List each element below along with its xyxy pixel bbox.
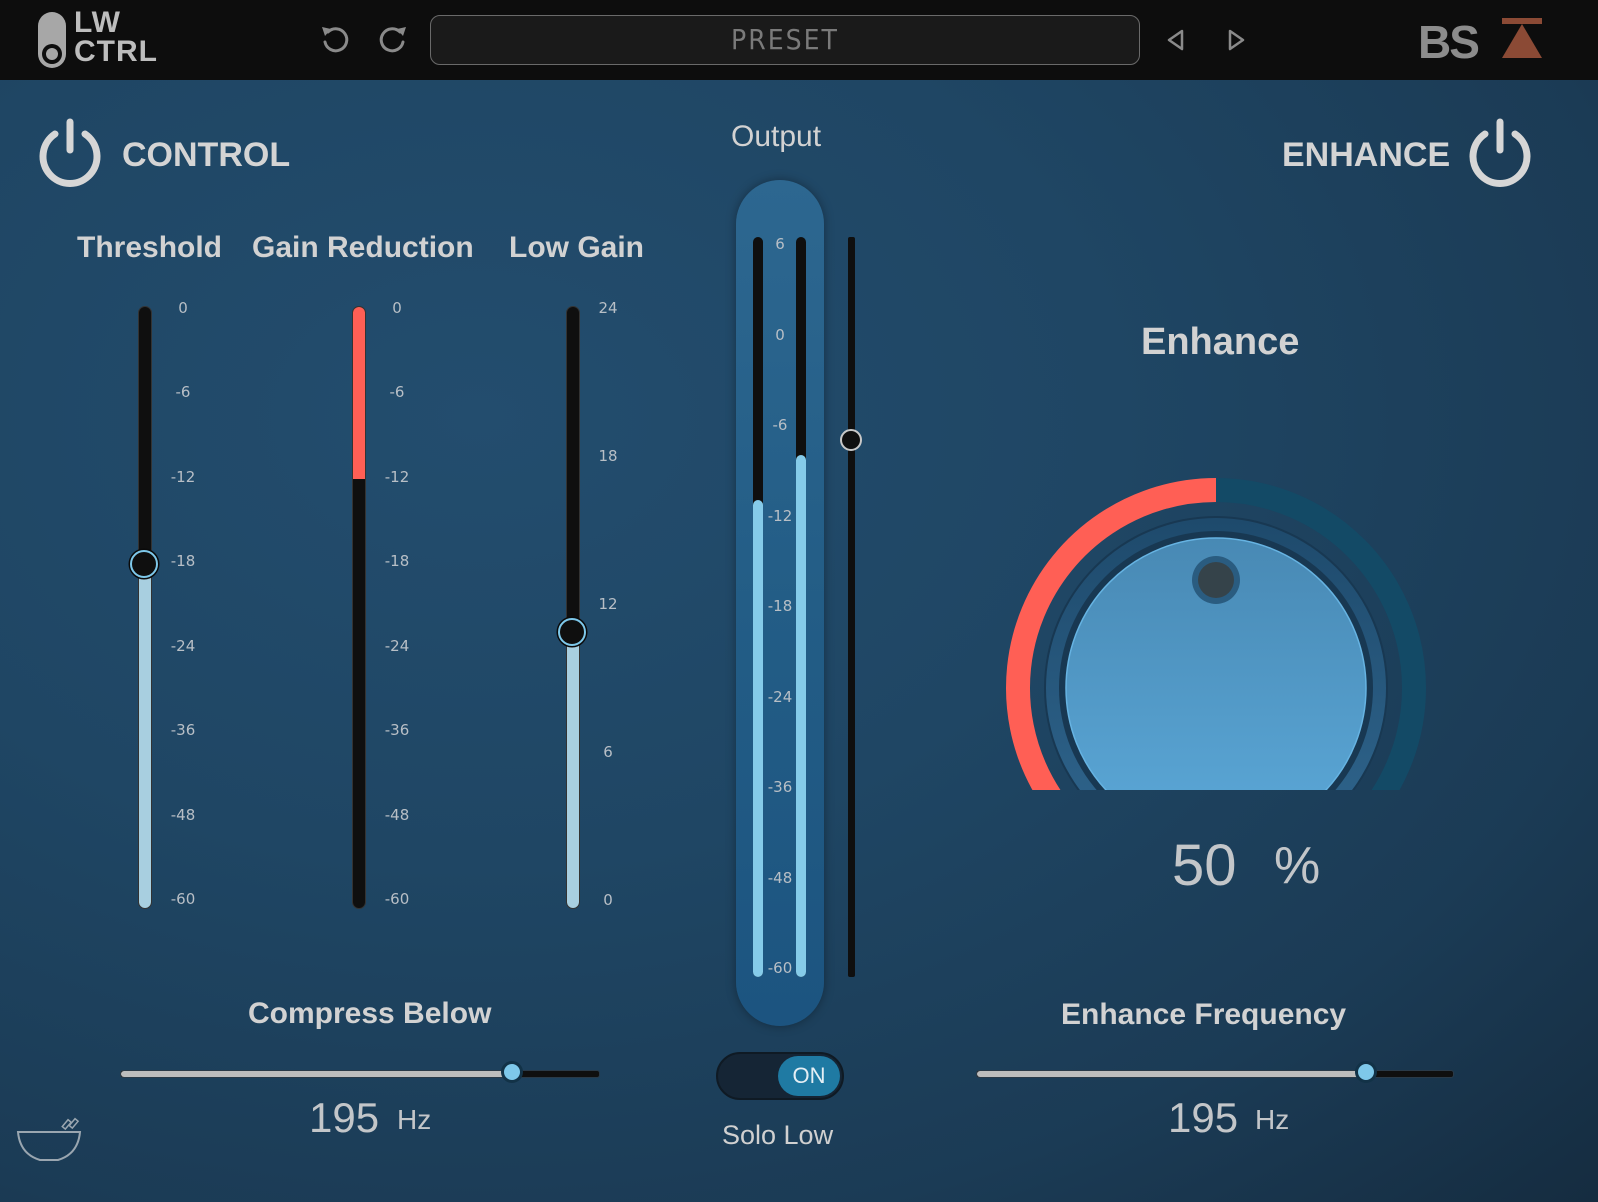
logo-toggle-icon — [38, 12, 66, 68]
compress-below-label: Compress Below — [248, 997, 492, 1030]
brand-text: BS — [1418, 18, 1478, 62]
scale-tick-label: -12 — [767, 506, 793, 525]
compress-below-fill — [121, 1071, 513, 1077]
brand-logo: BS — [1418, 16, 1542, 68]
app-logo: LW CTRL — [74, 6, 158, 68]
threshold-thumb[interactable] — [130, 549, 158, 578]
scale-tick-label: -18 — [384, 552, 410, 571]
scale-tick-label: -48 — [170, 805, 196, 824]
triangle-right-icon — [1228, 29, 1245, 51]
output-meter-right-fill — [796, 455, 806, 977]
power-icon — [1469, 118, 1531, 187]
threshold-fill — [139, 564, 151, 908]
scale-tick-label: 6 — [775, 235, 785, 253]
enhance-frequency-fill — [977, 1071, 1368, 1077]
enhance-unit: % — [1274, 837, 1321, 895]
compress-below-unit: Hz — [397, 1104, 432, 1135]
output-label: Output — [731, 120, 822, 153]
control-power-button[interactable] — [36, 116, 104, 193]
enhance-frequency-slider[interactable] — [976, 1061, 1454, 1083]
scale-tick-label: -48 — [767, 868, 793, 887]
threshold-label: Threshold — [77, 231, 223, 264]
scale-tick-label: -18 — [170, 552, 196, 571]
threshold-slider[interactable] — [130, 306, 158, 910]
scale-tick-label: -24 — [767, 687, 793, 706]
scale-tick-label: 6 — [603, 743, 613, 761]
scale-tick-label: 0 — [775, 325, 785, 344]
scale-tick-label: -24 — [384, 636, 410, 655]
low-gain-fill — [567, 632, 579, 908]
scale-tick-label: 0 — [178, 299, 188, 317]
scale-tick-label: -60 — [767, 959, 793, 977]
scale-tick-label: -60 — [170, 890, 196, 908]
scale-tick-label: 0 — [392, 299, 402, 317]
enhance-knob-label: Enhance — [1141, 321, 1300, 363]
next-preset-button[interactable] — [1226, 28, 1246, 57]
scale-tick-label: -12 — [170, 467, 196, 486]
enhance-frequency-thumb[interactable] — [1355, 1061, 1378, 1083]
main-panel: CONTROL Threshold Gain Reduction Low Gai… — [0, 80, 1598, 1202]
bowl-button[interactable] — [14, 1112, 84, 1169]
scale-tick-label: -6 — [772, 416, 788, 434]
compress-below-value: 195 — [309, 1094, 380, 1141]
gain-reduction-fill — [353, 307, 365, 479]
scale-tick-label: -24 — [170, 636, 196, 655]
enhance-title: ENHANCE — [1282, 136, 1451, 174]
triangle-left-icon — [1167, 29, 1184, 51]
enhance-knob[interactable] — [996, 390, 1436, 860]
output-fader-track[interactable] — [848, 237, 855, 977]
scale-tick-label: -60 — [384, 890, 410, 908]
enhance-power-button[interactable] — [1466, 116, 1534, 193]
enhance-frequency-label: Enhance Frequency — [1061, 998, 1347, 1031]
enhance-knob-graphic — [1006, 478, 1426, 860]
enhance-frequency-unit: Hz — [1255, 1104, 1290, 1135]
plugin-window: LW CTRL PRESET BS CONTROL Threshold Gain… — [0, 0, 1598, 1202]
scale-tick-label: 0 — [603, 891, 613, 909]
undo-button[interactable] — [318, 22, 352, 61]
output-fader-thumb[interactable] — [840, 429, 862, 452]
solo-low-label: Solo Low — [722, 1120, 834, 1150]
compress-below-slider[interactable] — [120, 1061, 600, 1083]
threshold-track[interactable] — [138, 306, 152, 909]
compress-below-thumb[interactable] — [500, 1061, 523, 1083]
scale-tick-label: -36 — [384, 721, 410, 740]
logo-line1: LW — [74, 6, 121, 39]
scale-tick-label: 12 — [598, 595, 618, 613]
redo-icon — [379, 27, 406, 53]
enhance-frequency-track[interactable] — [976, 1070, 1454, 1078]
scale-tick-label: -36 — [170, 721, 196, 740]
gain-reduction-track — [352, 306, 366, 909]
output-meter-left-fill — [753, 500, 763, 977]
scale-tick-label: 24 — [598, 299, 618, 317]
knob-indicator-icon — [1198, 562, 1234, 598]
scale-tick-label: -6 — [389, 383, 405, 402]
scale-tick-label: -48 — [384, 805, 410, 824]
scale-tick-label: -6 — [175, 383, 191, 402]
low-gain-slider[interactable] — [558, 306, 586, 910]
redo-button[interactable] — [376, 22, 410, 61]
scale-tick-label: -18 — [767, 597, 793, 615]
low-gain-thumb[interactable] — [558, 617, 586, 646]
control-title: CONTROL — [122, 136, 291, 174]
gain-reduction-label: Gain Reduction — [252, 231, 474, 264]
compress-below-track[interactable] — [120, 1070, 600, 1078]
scale-tick-label: -12 — [384, 467, 410, 486]
scale-tick-label: -36 — [767, 778, 793, 796]
bowl-icon — [16, 1117, 82, 1161]
previous-preset-button[interactable] — [1166, 28, 1186, 57]
preset-selector[interactable]: PRESET — [430, 15, 1140, 65]
enhance-value: 50 — [1172, 833, 1237, 898]
scale-tick-label: 18 — [598, 447, 618, 465]
solo-low-toggle[interactable]: ON — [716, 1052, 844, 1100]
undo-icon — [322, 27, 349, 53]
gain-reduction-meter — [352, 306, 367, 910]
solo-low-state: ON — [778, 1056, 840, 1096]
low-gain-track[interactable] — [566, 306, 580, 909]
power-icon — [39, 118, 101, 187]
enhance-frequency-value: 195 — [1168, 1094, 1239, 1141]
top-bar: LW CTRL PRESET BS — [0, 0, 1598, 80]
logo-line2: CTRL — [74, 35, 158, 68]
low-gain-label: Low Gain — [509, 231, 644, 264]
